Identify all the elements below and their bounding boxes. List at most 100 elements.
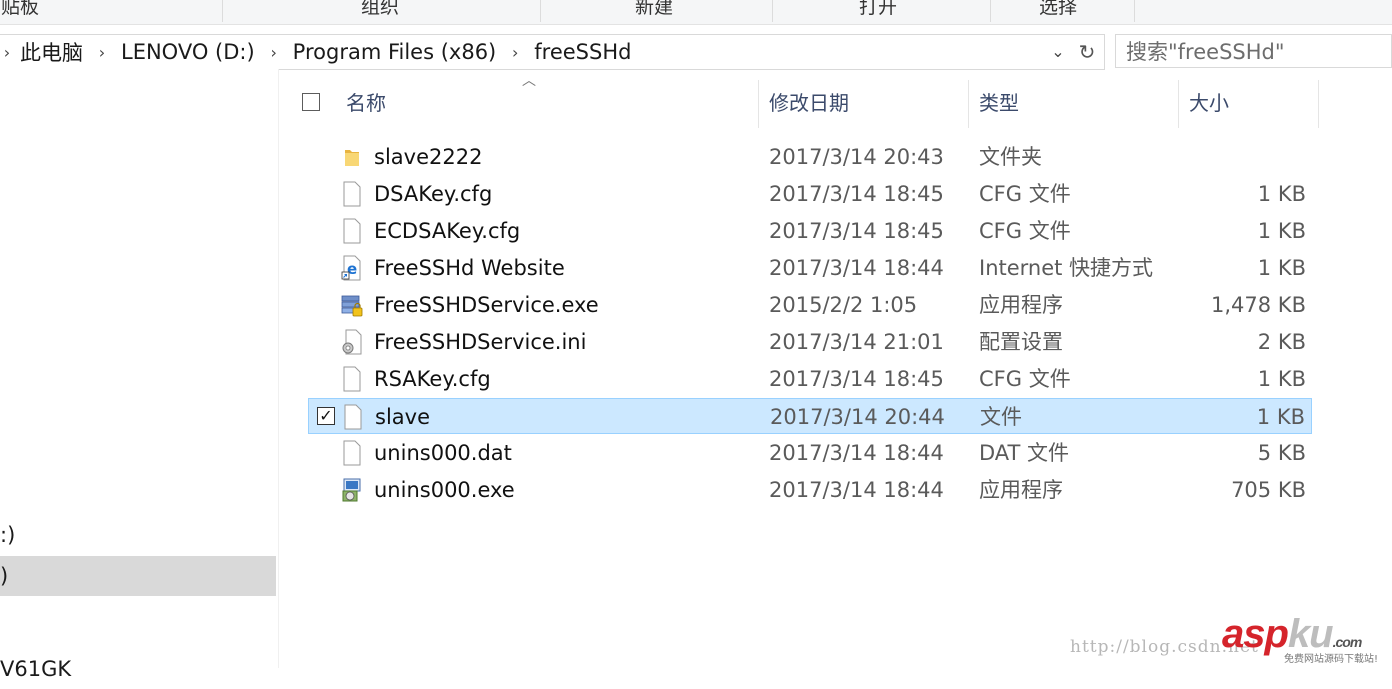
watermark-logo-asp: asp bbox=[1222, 612, 1289, 656]
search-input[interactable]: 搜索"freeSSHd" bbox=[1115, 34, 1392, 68]
ribbon-group-select[interactable]: 选择 bbox=[1008, 0, 1108, 24]
file-type: CFG 文件 bbox=[979, 219, 1071, 243]
file-icon bbox=[343, 181, 361, 207]
file-date: 2017/3/14 21:01 bbox=[769, 330, 944, 354]
file-type: CFG 文件 bbox=[979, 182, 1071, 206]
file-date: 2017/3/14 18:44 bbox=[769, 256, 944, 280]
file-date: 2017/3/14 18:45 bbox=[769, 182, 944, 206]
file-size: 5 KB bbox=[1257, 441, 1306, 465]
ribbon-separator bbox=[1134, 0, 1135, 22]
file-date: 2017/3/14 20:44 bbox=[770, 405, 945, 429]
breadcrumb-program-files-x86[interactable]: Program Files (x86) bbox=[287, 40, 503, 64]
navigation-pane: :) ) V61GK bbox=[0, 69, 279, 681]
file-row[interactable]: unins000.dat 2017/3/14 18:44 DAT 文件 5 KB bbox=[308, 435, 1312, 471]
file-date: 2017/3/14 20:43 bbox=[769, 145, 944, 169]
file-icon bbox=[344, 404, 362, 430]
file-row[interactable]: FreeSSHDService.exe 2015/2/2 1:05 应用程序 1… bbox=[308, 287, 1312, 323]
chevron-right-icon[interactable]: › bbox=[502, 43, 528, 62]
file-date: 2017/3/14 18:44 bbox=[769, 478, 944, 502]
refresh-icon[interactable]: ↻ bbox=[1074, 39, 1100, 65]
watermark-tagline: 免费网站源码下载站! bbox=[1282, 650, 1381, 665]
file-size: 2 KB bbox=[1257, 330, 1306, 354]
column-header-size[interactable]: 大小 bbox=[1189, 78, 1315, 128]
file-size: 1,478 KB bbox=[1211, 293, 1306, 317]
service-app-icon bbox=[341, 295, 363, 317]
ribbon-separator bbox=[772, 0, 773, 22]
file-type: 应用程序 bbox=[979, 293, 1063, 317]
file-size: 1 KB bbox=[1257, 367, 1306, 391]
watermark-logo-tld: .com bbox=[1332, 634, 1363, 650]
file-name: unins000.dat bbox=[374, 441, 512, 465]
installer-icon bbox=[342, 478, 361, 502]
chevron-right-icon[interactable]: › bbox=[261, 43, 287, 62]
nav-item-drive-selected[interactable]: ) bbox=[0, 556, 276, 596]
file-icon bbox=[343, 440, 361, 466]
file-type: Internet 快捷方式 bbox=[979, 256, 1154, 280]
column-header-name[interactable]: 名称 bbox=[346, 78, 756, 128]
file-type: 文件夹 bbox=[979, 145, 1042, 169]
file-name: unins000.exe bbox=[374, 478, 515, 502]
file-icon bbox=[343, 366, 361, 392]
ribbon-separator bbox=[222, 0, 223, 22]
file-name: FreeSSHDService.exe bbox=[374, 293, 599, 317]
file-size: 1 KB bbox=[1257, 182, 1306, 206]
column-divider[interactable] bbox=[968, 80, 969, 128]
settings-file-icon bbox=[342, 329, 362, 355]
breadcrumb-freesshd[interactable]: freeSSHd bbox=[528, 40, 637, 64]
file-name: slave2222 bbox=[374, 145, 483, 169]
file-row[interactable]: ECDSAKey.cfg 2017/3/14 18:45 CFG 文件 1 KB bbox=[308, 213, 1312, 249]
file-row[interactable]: slave2222 2017/3/14 20:43 文件夹 bbox=[308, 139, 1312, 175]
file-row[interactable]: e FreeSSHd Website 2017/3/14 18:44 Inter… bbox=[308, 250, 1312, 286]
file-type: DAT 文件 bbox=[979, 441, 1070, 465]
nav-item-drive[interactable]: :) bbox=[0, 515, 276, 555]
file-type: CFG 文件 bbox=[979, 367, 1071, 391]
ribbon-separator bbox=[540, 0, 541, 22]
file-type: 文件 bbox=[980, 405, 1022, 429]
file-name: RSAKey.cfg bbox=[374, 367, 491, 391]
chevron-right-icon[interactable]: › bbox=[89, 43, 115, 62]
nav-item-network[interactable]: V61GK bbox=[0, 649, 276, 689]
ribbon-group-open[interactable]: 打开 bbox=[828, 0, 928, 24]
file-size: 705 KB bbox=[1231, 478, 1306, 502]
file-type: 应用程序 bbox=[979, 478, 1063, 502]
file-date: 2017/3/14 18:45 bbox=[769, 219, 944, 243]
chevron-right-icon[interactable]: › bbox=[0, 43, 14, 62]
select-all-checkbox[interactable] bbox=[302, 93, 320, 111]
column-divider[interactable] bbox=[758, 80, 759, 128]
file-size: 1 KB bbox=[1257, 219, 1306, 243]
row-checkbox-checked[interactable]: ✓ bbox=[317, 407, 335, 425]
file-name: slave bbox=[375, 405, 430, 429]
folder-icon bbox=[345, 150, 359, 166]
file-row[interactable]: FreeSSHDService.ini 2017/3/14 21:01 配置设置… bbox=[308, 324, 1312, 360]
address-bar[interactable]: › 此电脑 › LENOVO (D:) › Program Files (x86… bbox=[0, 34, 1105, 70]
file-row[interactable]: RSAKey.cfg 2017/3/14 18:45 CFG 文件 1 KB bbox=[308, 361, 1312, 397]
file-row-selected[interactable]: ✓ slave 2017/3/14 20:44 文件 1 KB bbox=[308, 398, 1312, 434]
file-date: 2017/3/14 18:44 bbox=[769, 441, 944, 465]
ribbon-separator bbox=[990, 0, 991, 22]
column-header-date[interactable]: 修改日期 bbox=[769, 78, 965, 128]
internet-shortcut-icon: e bbox=[341, 255, 361, 281]
file-size: 1 KB bbox=[1257, 256, 1306, 280]
address-history-dropdown-icon[interactable]: ⌄ bbox=[1046, 39, 1070, 65]
ribbon-bar: 贴板 组织 新建 打开 选择 bbox=[0, 0, 1392, 25]
file-name: ECDSAKey.cfg bbox=[374, 219, 521, 243]
file-date: 2015/2/2 1:05 bbox=[769, 293, 918, 317]
column-divider[interactable] bbox=[1318, 80, 1319, 128]
file-name: DSAKey.cfg bbox=[374, 182, 493, 206]
file-icon bbox=[343, 218, 361, 244]
file-row[interactable]: DSAKey.cfg 2017/3/14 18:45 CFG 文件 1 KB bbox=[308, 176, 1312, 212]
ribbon-group-new[interactable]: 新建 bbox=[604, 0, 704, 24]
file-name: FreeSSHDService.ini bbox=[374, 330, 587, 354]
file-date: 2017/3/14 18:45 bbox=[769, 367, 944, 391]
breadcrumb: › 此电脑 › LENOVO (D:) › Program Files (x86… bbox=[0, 37, 637, 67]
column-divider[interactable] bbox=[1178, 80, 1179, 128]
breadcrumb-this-pc[interactable]: 此电脑 bbox=[14, 37, 89, 67]
ribbon-group-clipboard[interactable]: 贴板 bbox=[0, 0, 40, 24]
file-row[interactable]: unins000.exe 2017/3/14 18:44 应用程序 705 KB bbox=[308, 472, 1312, 508]
breadcrumb-drive-d[interactable]: LENOVO (D:) bbox=[115, 40, 261, 64]
file-type: 配置设置 bbox=[979, 330, 1063, 354]
file-size: 1 KB bbox=[1256, 405, 1305, 429]
column-header-type[interactable]: 类型 bbox=[979, 78, 1175, 128]
file-name: FreeSSHd Website bbox=[374, 256, 565, 280]
ribbon-group-organize[interactable]: 组织 bbox=[330, 0, 430, 24]
